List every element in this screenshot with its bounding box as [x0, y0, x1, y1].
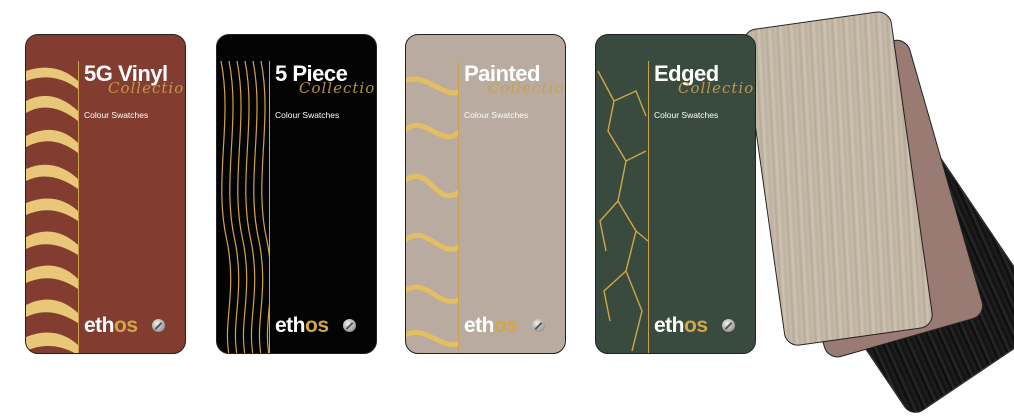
swatch-card-painted: Painted Collection Colour Swatches ethos — [405, 34, 566, 354]
swatch-card-5-piece: 5 Piece Collection Colour Swatches ethos — [216, 34, 377, 354]
swatch-card-5g-vinyl: 5G Vinyl Collection Colour Swatches etho… — [25, 34, 186, 354]
card-subtitle: Colour Swatches — [654, 110, 719, 120]
card-subtitle: Colour Swatches — [275, 110, 340, 120]
swatch-card-edged: Edged Collection Colour Swatches ethos — [595, 34, 756, 354]
ethos-logo: ethos — [84, 314, 138, 337]
marble-vein-pattern — [596, 61, 649, 353]
screw-icon — [532, 319, 545, 332]
screw-icon — [152, 319, 165, 332]
marble-swirl-pattern — [406, 61, 459, 353]
contour-pattern — [217, 61, 270, 353]
card-script-text: Collection — [488, 79, 565, 97]
card-script-text: Collection — [678, 79, 755, 97]
card-script-text: Collection — [299, 79, 376, 97]
ethos-logo: ethos — [464, 314, 518, 337]
ethos-logo: ethos — [275, 314, 329, 337]
zebra-pattern — [26, 61, 79, 353]
card-subtitle: Colour Swatches — [464, 110, 529, 120]
screw-icon — [722, 319, 735, 332]
ethos-logo: ethos — [654, 314, 708, 337]
screw-icon — [343, 319, 356, 332]
card-script-text: Collection — [108, 79, 185, 97]
card-subtitle: Colour Swatches — [84, 110, 149, 120]
